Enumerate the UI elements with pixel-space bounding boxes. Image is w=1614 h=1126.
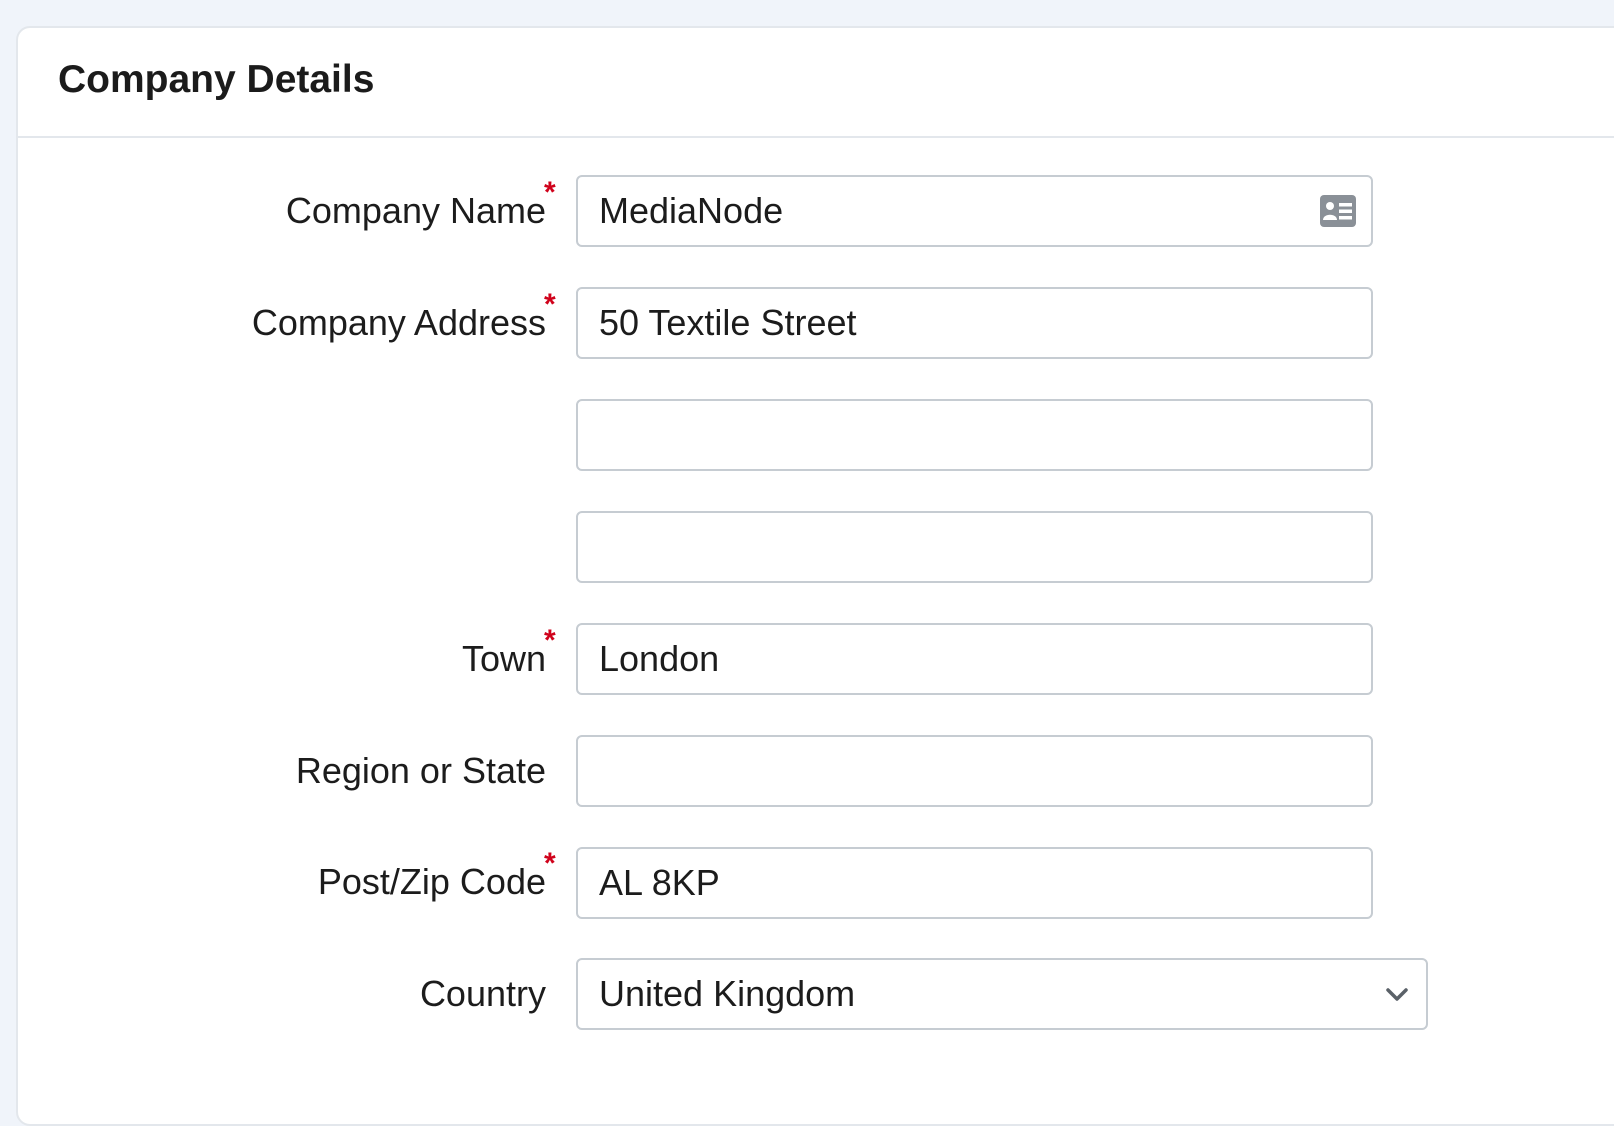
town-input[interactable]: London [576, 623, 1373, 695]
postcode-value: AL 8KP [599, 862, 720, 903]
town-required-mark: * [544, 624, 556, 657]
contact-card-icon[interactable] [1319, 194, 1357, 228]
address-line-3-input[interactable] [576, 511, 1373, 583]
country-label: Country [419, 973, 546, 1014]
company-name-required-mark: * [544, 176, 556, 209]
address-line-1-input[interactable]: 50 Textile Street [576, 287, 1373, 359]
company-address-label: Company Address [251, 302, 546, 343]
page-title: Company Details [58, 58, 375, 101]
chevron-down-icon[interactable] [1384, 984, 1410, 1004]
address-line-1-value: 50 Textile Street [599, 302, 857, 343]
region-label: Region or State [295, 750, 546, 791]
company-name-label: Company Name [285, 190, 546, 231]
card-header: Company Details [18, 28, 1614, 138]
country-value: United Kingdom [599, 973, 856, 1014]
town-value: London [599, 638, 720, 679]
company-address-required-mark: * [544, 288, 556, 321]
address-line-2-input[interactable] [576, 399, 1373, 471]
region-input[interactable] [576, 735, 1373, 807]
country-select[interactable]: United Kingdom [576, 958, 1428, 1030]
postcode-input[interactable]: AL 8KP [576, 847, 1373, 919]
postcode-label: Post/Zip Code [317, 861, 546, 902]
town-label: Town [461, 638, 546, 679]
company-name-input[interactable]: MediaNode [576, 175, 1373, 247]
postcode-required-mark: * [544, 847, 556, 880]
company-name-value: MediaNode [599, 190, 784, 231]
